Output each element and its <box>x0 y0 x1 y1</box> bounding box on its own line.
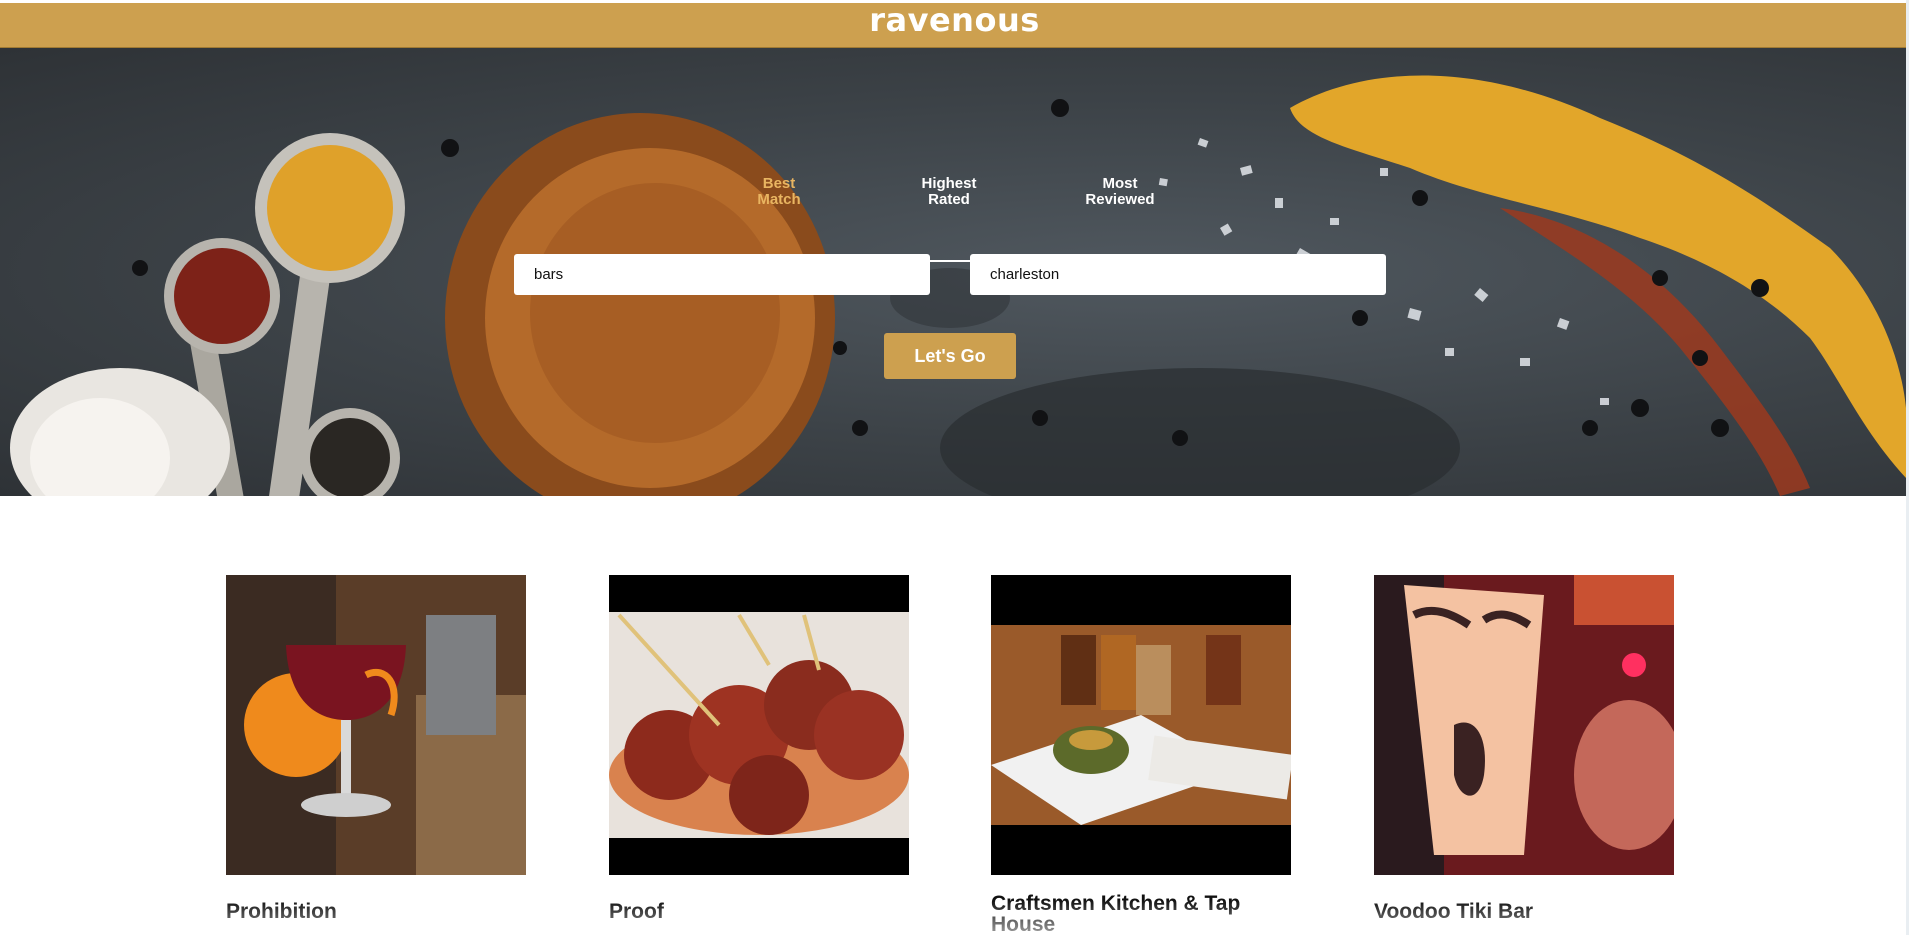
search-term-input[interactable] <box>514 254 930 295</box>
tab-most-reviewed-line1: Most <box>1102 175 1138 192</box>
logo[interactable]: ravenous <box>869 1 1040 39</box>
tab-highest-rated-line2: Rated <box>928 191 970 208</box>
business-photo <box>609 575 909 875</box>
tab-highest-rated-line1: Highest <box>921 175 977 192</box>
tab-best-match-line2: Match <box>757 191 801 208</box>
tab-most-reviewed[interactable]: Most Reviewed <box>1035 176 1205 208</box>
tab-best-match[interactable]: Best Match <box>694 176 864 208</box>
business-card[interactable]: Prohibition <box>226 575 526 922</box>
business-name[interactable]: Craftsmen Kitchen & Tap House <box>991 893 1291 935</box>
business-photo <box>991 575 1291 875</box>
business-name[interactable]: Proof <box>609 901 909 922</box>
tab-most-reviewed-line2: Reviewed <box>1085 191 1155 208</box>
business-photo <box>226 575 526 875</box>
business-photo <box>1374 575 1674 875</box>
business-card[interactable]: Voodoo Tiki Bar <box>1374 575 1674 922</box>
hero-background-image <box>10 75 1906 496</box>
location-input[interactable] <box>970 254 1386 295</box>
business-card[interactable]: Craftsmen Kitchen & Tap House <box>991 575 1291 935</box>
tab-best-match-line1: Best <box>762 175 796 192</box>
lets-go-button[interactable]: Let's Go <box>884 333 1016 379</box>
business-card[interactable]: Proof <box>609 575 909 922</box>
site-header: ravenous <box>0 1 1909 48</box>
business-name[interactable]: Voodoo Tiki Bar <box>1374 901 1674 922</box>
business-name[interactable]: Prohibition <box>226 901 526 922</box>
tab-highest-rated[interactable]: Highest Rated <box>864 176 1034 208</box>
search-hero: Best Match Highest Rated Most Reviewed L… <box>0 48 1906 496</box>
